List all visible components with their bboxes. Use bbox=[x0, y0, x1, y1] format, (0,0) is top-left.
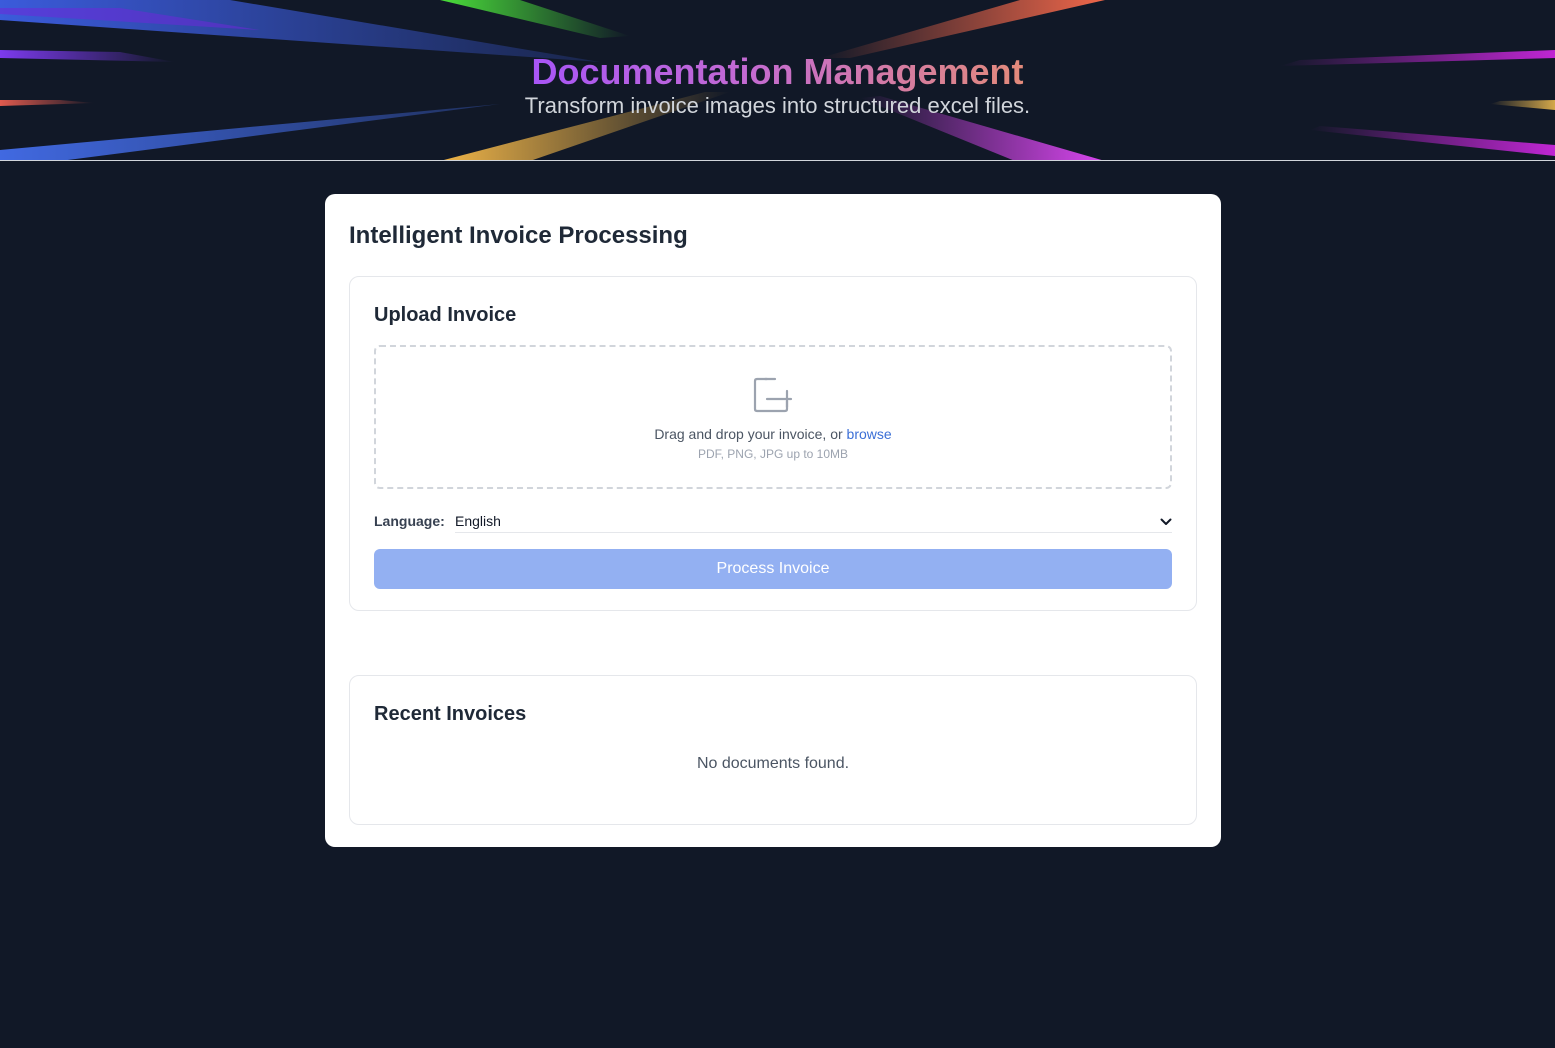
main-card: Intelligent Invoice Processing Upload In… bbox=[325, 194, 1221, 847]
browse-link[interactable]: browse bbox=[847, 426, 892, 442]
file-type-hint: PDF, PNG, JPG up to 10MB bbox=[697, 447, 849, 461]
page-title: Intelligent Invoice Processing bbox=[349, 222, 688, 249]
app-subtitle: Transform invoice images into structured… bbox=[524, 93, 1031, 118]
chevron-down-icon bbox=[1160, 513, 1172, 529]
dropzone-text: Drag and drop your invoice, or browse bbox=[376, 424, 1170, 444]
upload-panel-title: Upload Invoice bbox=[374, 304, 517, 326]
language-label: Language: bbox=[374, 513, 445, 529]
language-select[interactable]: English bbox=[455, 509, 1172, 533]
empty-state-text: No documents found. bbox=[696, 755, 850, 772]
recent-invoices-panel: Recent Invoices No documents found. bbox=[349, 675, 1197, 825]
invoice-dropzone[interactable]: Drag and drop your invoice, or browse PD… bbox=[374, 345, 1172, 489]
file-plus-icon bbox=[753, 377, 793, 417]
dropzone-instruction: Drag and drop your invoice, or bbox=[654, 426, 847, 442]
process-invoice-button[interactable]: Process Invoice bbox=[374, 549, 1172, 589]
app-title: Documentation Management bbox=[531, 51, 1024, 92]
language-row: Language: English bbox=[374, 509, 1172, 533]
upload-panel: Upload Invoice Drag and drop your invoic… bbox=[349, 276, 1197, 611]
language-selected-value: English bbox=[455, 512, 501, 529]
recent-invoices-title: Recent Invoices bbox=[374, 703, 527, 725]
hero-banner: Documentation Management Transform invoi… bbox=[0, 0, 1555, 161]
